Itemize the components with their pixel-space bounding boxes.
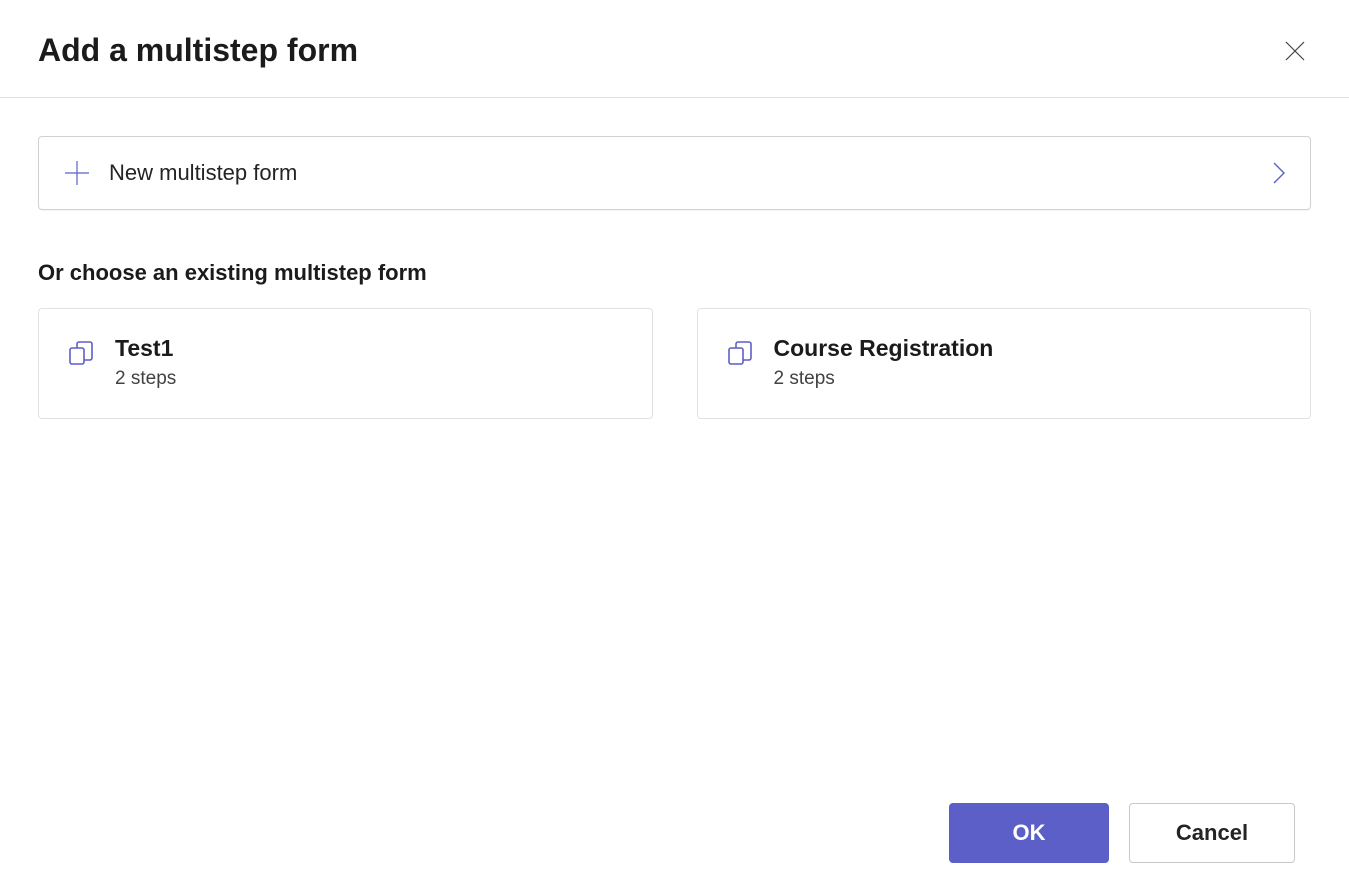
close-button[interactable] bbox=[1279, 35, 1311, 67]
form-card-title: Course Registration bbox=[774, 335, 994, 362]
close-icon bbox=[1284, 40, 1306, 62]
existing-forms-heading: Or choose an existing multistep form bbox=[38, 260, 1311, 286]
form-card-title: Test1 bbox=[115, 335, 176, 362]
dialog-header: Add a multistep form bbox=[0, 0, 1349, 98]
form-card-text: Course Registration 2 steps bbox=[774, 335, 994, 390]
multistep-form-icon bbox=[726, 339, 754, 367]
dialog-title: Add a multistep form bbox=[38, 32, 358, 69]
form-card-course-registration[interactable]: Course Registration 2 steps bbox=[697, 308, 1312, 419]
form-card-text: Test1 2 steps bbox=[115, 335, 176, 390]
new-form-button-left: New multistep form bbox=[63, 159, 297, 187]
plus-icon bbox=[63, 159, 91, 187]
new-multistep-form-button[interactable]: New multistep form bbox=[38, 136, 1311, 210]
existing-forms-grid: Test1 2 steps Course Registration 2 step… bbox=[38, 308, 1311, 419]
form-card-test1[interactable]: Test1 2 steps bbox=[38, 308, 653, 419]
dialog-content: New multistep form Or choose an existing… bbox=[0, 98, 1349, 419]
chevron-right-icon bbox=[1272, 161, 1286, 185]
form-card-subtitle: 2 steps bbox=[115, 368, 176, 390]
multistep-form-icon bbox=[67, 339, 95, 367]
ok-button[interactable]: OK bbox=[949, 803, 1109, 863]
dialog-footer: OK Cancel bbox=[949, 803, 1295, 863]
new-form-label: New multistep form bbox=[109, 160, 297, 186]
form-card-subtitle: 2 steps bbox=[774, 368, 994, 390]
cancel-button[interactable]: Cancel bbox=[1129, 803, 1295, 863]
